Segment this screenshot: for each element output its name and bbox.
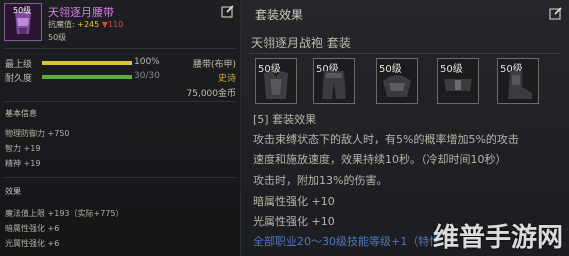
set-bonus-line: 暗属性强化 +10 bbox=[253, 195, 335, 208]
effect-row: 暗属性强化 +6 bbox=[5, 224, 60, 233]
shoulder-icon bbox=[383, 75, 411, 97]
pants-icon bbox=[322, 71, 346, 99]
quality-value: 100% bbox=[134, 57, 160, 67]
boots-icon bbox=[508, 71, 532, 99]
set-bonus-line: 速度和施放速度，效果持续10秒。（冷却时间10秒） bbox=[253, 153, 507, 166]
top-armor-icon bbox=[264, 71, 288, 99]
basic-info-header: 基本信息 bbox=[5, 109, 37, 118]
item-tooltip: 50级 天翎逐月腰带 抗魔值: +245 ▼110 50级 最上级 100% 腰… bbox=[0, 0, 241, 256]
effects-header: 效果 bbox=[5, 187, 21, 196]
set-bonus-line: 攻击时，附加13%的伤害。 bbox=[253, 174, 388, 187]
divider bbox=[4, 101, 236, 102]
item-level: 50级 bbox=[48, 33, 67, 42]
quality-label: 最上级 bbox=[5, 60, 33, 70]
edit-icon[interactable] bbox=[549, 6, 563, 20]
price-label: 75,000金币 bbox=[186, 89, 237, 99]
site-watermark: 维普手游网 bbox=[432, 223, 563, 253]
set-skill-line: 全部职业20～30级技能等级+1（特性 bbox=[253, 235, 441, 248]
durability-value: 30/30 bbox=[134, 71, 160, 81]
compare-down: ▼110 bbox=[101, 20, 124, 29]
belt-item-icon: 50级 bbox=[4, 3, 42, 41]
belt-icon bbox=[444, 79, 472, 91]
basic-info-row: 物理防御力 +750 bbox=[5, 129, 70, 138]
compare-up: +245 bbox=[77, 20, 100, 29]
set-piece-slot[interactable]: 50级 bbox=[313, 58, 355, 104]
durability-bar-fill bbox=[42, 75, 132, 79]
durability-label: 耐久度 bbox=[5, 74, 33, 84]
set-piece-slot[interactable]: 50级 bbox=[437, 58, 479, 104]
rarity-label: 史诗 bbox=[217, 74, 236, 84]
slot-type: 腰带(布甲) bbox=[192, 60, 236, 70]
effect-row: 魔法值上限 +193（实际+775） bbox=[5, 209, 124, 218]
edit-icon[interactable] bbox=[221, 4, 235, 18]
set-bonus-line: 光属性强化 +10 bbox=[253, 215, 335, 228]
basic-info-row: 智力 +19 bbox=[5, 144, 41, 153]
set-piece-slot[interactable]: 50级 bbox=[255, 58, 297, 104]
durability-bar bbox=[42, 75, 132, 79]
item-title: 天翎逐月腰带 bbox=[48, 6, 114, 19]
divider bbox=[4, 48, 236, 49]
item-level-badge: 50级 bbox=[13, 6, 32, 15]
effect-row: 光属性强化 +6 bbox=[5, 239, 60, 248]
set-piece-slot[interactable]: 50级 bbox=[376, 58, 418, 104]
set-bonus-header: [5] 套装效果 bbox=[253, 113, 317, 126]
set-piece-slot[interactable]: 50级 bbox=[497, 58, 539, 104]
quality-bar bbox=[42, 61, 132, 65]
set-bonus-line: 攻击束缚状态下的敌人时，有5%的概率增加5%的攻击 bbox=[253, 133, 519, 146]
defense-compare: 抗魔值: +245 ▼110 bbox=[48, 19, 123, 30]
quality-bar-fill bbox=[42, 61, 132, 65]
set-name: 天翎逐月战袍 套装 bbox=[251, 36, 351, 50]
compare-label: 抗魔值: bbox=[48, 20, 75, 29]
set-effect-title: 套装效果 bbox=[255, 8, 304, 22]
divider bbox=[249, 53, 559, 54]
divider bbox=[4, 177, 236, 178]
basic-info-row: 精神 +19 bbox=[5, 159, 41, 168]
